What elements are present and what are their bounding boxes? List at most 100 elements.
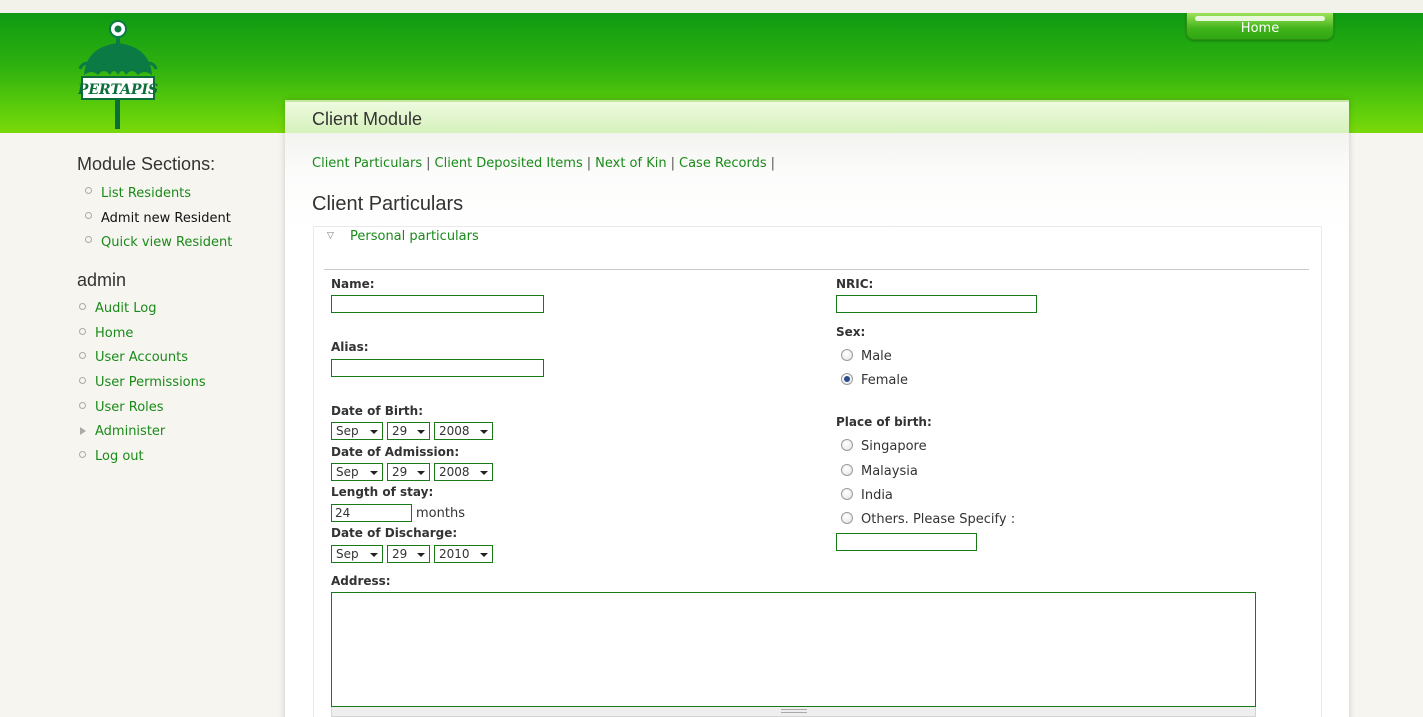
- fieldset-legend[interactable]: Personal particulars: [350, 229, 479, 244]
- top-strip: [0, 0, 1423, 13]
- chevron-down-icon: [370, 553, 378, 557]
- textarea-resize-grip[interactable]: [331, 707, 1256, 717]
- tab-next-of-kin[interactable]: Next of Kin: [595, 156, 666, 171]
- dob-day-value: 29: [392, 424, 408, 438]
- address-label: Address:: [331, 574, 391, 588]
- tab-client-particulars[interactable]: Client Particulars: [312, 156, 422, 171]
- dod-label: Date of Discharge:: [331, 526, 458, 540]
- sidebar-item-label[interactable]: Audit Log: [95, 301, 156, 316]
- pob-others-field[interactable]: [836, 533, 977, 551]
- alias-field[interactable]: [331, 359, 544, 377]
- tab-separator: |: [586, 156, 592, 171]
- sex-female-label: Female: [861, 373, 909, 388]
- sidebar-item-label[interactable]: User Accounts: [95, 350, 188, 365]
- pob-others-radio[interactable]: [841, 512, 853, 524]
- circle-bullet-icon: [79, 377, 86, 384]
- doa-year-select[interactable]: 2008: [434, 463, 493, 481]
- sidebar-item-user-roles[interactable]: User Roles: [95, 400, 164, 415]
- sidebar-item-user-accounts[interactable]: User Accounts: [95, 350, 188, 365]
- sex-male-label: Male: [861, 349, 892, 364]
- sidebar-item-label[interactable]: Admit new Resident: [101, 211, 231, 226]
- pertapis-logo[interactable]: PERTAPIS: [77, 17, 158, 129]
- length-of-stay-unit: months: [416, 506, 465, 521]
- tab-separator: |: [770, 156, 776, 171]
- sidebar-item-user-permissions[interactable]: User Permissions: [95, 375, 206, 390]
- address-textarea[interactable]: [331, 592, 1256, 707]
- sidebar-item-admit-new-resident[interactable]: Admit new Resident: [101, 211, 231, 226]
- name-label: Name:: [331, 277, 375, 291]
- tab-client-deposited-items[interactable]: Client Deposited Items: [435, 156, 583, 171]
- panel-title: Client Module: [312, 109, 423, 129]
- sidebar-item-audit-log[interactable]: Audit Log: [95, 301, 156, 316]
- pob-others-label: Others. Please Specify :: [861, 512, 1016, 527]
- sidebar-item-log-out[interactable]: Log out: [95, 449, 144, 464]
- svg-text:PERTAPIS: PERTAPIS: [78, 82, 158, 98]
- panel-header: Client Module: [285, 100, 1349, 133]
- sidebar-item-quick-view-resident[interactable]: Quick view Resident: [101, 235, 232, 250]
- sex-female-radio[interactable]: [841, 373, 853, 385]
- sidebar-item-home[interactable]: Home: [95, 326, 133, 341]
- circle-bullet-icon: [85, 187, 92, 194]
- length-of-stay-field[interactable]: [331, 504, 412, 522]
- tab-separator: |: [426, 156, 431, 171]
- dod-month-select[interactable]: Sep: [331, 545, 383, 563]
- tab-case-records[interactable]: Case Records: [679, 156, 767, 171]
- pob-singapore-radio[interactable]: [841, 439, 853, 451]
- sex-male-radio[interactable]: [841, 349, 853, 361]
- circle-bullet-icon: [79, 303, 86, 310]
- doa-month-select[interactable]: Sep: [331, 463, 383, 481]
- pob-india-radio[interactable]: [841, 488, 853, 500]
- nric-field[interactable]: [836, 295, 1037, 313]
- chevron-down-icon: [417, 553, 425, 557]
- sidebar-item-label[interactable]: Log out: [95, 449, 144, 464]
- chevron-down-icon: [370, 430, 378, 434]
- chevron-down-icon: [417, 430, 425, 434]
- doa-year-value: 2008: [439, 465, 470, 479]
- circle-bullet-icon: [85, 236, 92, 243]
- dod-month-value: Sep: [336, 547, 359, 561]
- chevron-down-icon: [480, 553, 488, 557]
- nric-label: NRIC:: [836, 277, 874, 291]
- sex-label: Sex:: [836, 325, 866, 339]
- dob-month-value: Sep: [336, 424, 359, 438]
- dod-day-select[interactable]: 29: [387, 545, 430, 563]
- admin-title: admin: [77, 270, 127, 290]
- sidebar-item-label[interactable]: Administer: [95, 424, 165, 439]
- chevron-down-icon: [417, 471, 425, 475]
- sidebar-item-label[interactable]: List Residents: [101, 186, 191, 201]
- circle-bullet-icon: [79, 451, 86, 458]
- pob-singapore-label: Singapore: [861, 439, 927, 454]
- length-of-stay-label: Length of stay:: [331, 485, 434, 499]
- home-tab[interactable]: Home: [1186, 13, 1334, 40]
- chevron-down-icon: [480, 471, 488, 475]
- place-of-birth-label: Place of birth:: [836, 415, 932, 429]
- doa-month-value: Sep: [336, 465, 359, 479]
- dob-year-select[interactable]: 2008: [434, 422, 493, 440]
- sidebar-item-label[interactable]: User Permissions: [95, 375, 206, 390]
- doa-day-select[interactable]: 29: [387, 463, 430, 481]
- dob-day-select[interactable]: 29: [387, 422, 430, 440]
- sidebar-item-label[interactable]: Quick view Resident: [101, 235, 232, 250]
- dob-label: Date of Birth:: [331, 404, 424, 418]
- dod-day-value: 29: [392, 547, 408, 561]
- grip-lines-icon: [781, 709, 807, 713]
- pob-malaysia-radio[interactable]: [841, 464, 853, 476]
- name-field[interactable]: [331, 295, 544, 313]
- dob-year-value: 2008: [439, 424, 470, 438]
- sidebar-item-label[interactable]: Home: [95, 326, 133, 341]
- sidebar-item-label[interactable]: User Roles: [95, 400, 164, 415]
- alias-label: Alias:: [331, 340, 369, 354]
- pob-india-label: India: [861, 488, 893, 503]
- client-tabs: Client Particulars | Client Deposited Item…: [312, 156, 779, 171]
- circle-bullet-icon: [79, 402, 86, 409]
- dod-year-select[interactable]: 2010: [434, 545, 493, 563]
- dob-month-select[interactable]: Sep: [331, 422, 383, 440]
- sidebar-item-administer[interactable]: Administer: [95, 424, 165, 439]
- triangle-right-icon[interactable]: [80, 427, 86, 435]
- sidebar-item-list-residents[interactable]: List Residents: [101, 186, 191, 201]
- section-title: Client Particulars: [312, 193, 464, 215]
- triangle-down-icon[interactable]: ▽: [327, 231, 334, 241]
- dod-year-value: 2010: [439, 547, 470, 561]
- tab-separator: |: [670, 156, 675, 171]
- circle-bullet-icon: [79, 352, 86, 359]
